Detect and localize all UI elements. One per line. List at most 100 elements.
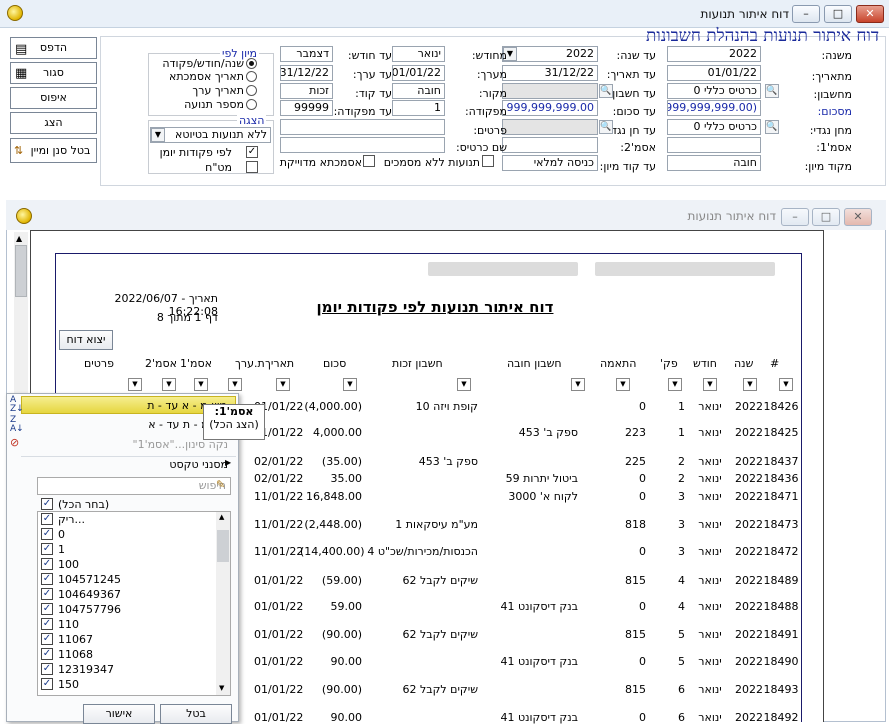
value-date-to-field[interactable]: 31/12/22 [280, 65, 333, 81]
cell-match: 0 [639, 711, 646, 724]
filter-value-checkbox[interactable]: ✓ [41, 498, 53, 510]
export-report-button[interactable]: יצוא דוח [59, 330, 113, 350]
report-minimize-button[interactable]: – [781, 208, 809, 226]
filter-pk-button[interactable]: ▼ [668, 378, 682, 391]
filter-ok-button[interactable]: אישור [83, 704, 155, 724]
date-from-field[interactable]: 01/01/22 [667, 65, 761, 81]
cell-num: 18426 [763, 400, 799, 413]
by-journal-checkbox[interactable]: ✓ [246, 146, 258, 158]
filter-date-button[interactable]: ▼ [276, 378, 290, 391]
scroll-up-icon[interactable]: ▲ [16, 234, 22, 243]
filter-cancel-button[interactable]: בטל [160, 704, 232, 724]
filter-value-checkbox[interactable]: ✓ [41, 588, 53, 600]
filter-credit-button[interactable]: ▼ [457, 378, 471, 391]
print-button[interactable]: ▤ הדפס [10, 37, 97, 59]
close-button[interactable]: ✕ [856, 5, 884, 23]
value-date-from-field[interactable]: 01/01/22 [392, 65, 445, 81]
amount-to-field[interactable]: 999,999,999.00 [502, 100, 598, 116]
clear-sort-filter-button[interactable]: ⇅ בטל סנן ומיין [10, 138, 97, 163]
filter-value-checkbox[interactable]: ✓ [41, 528, 53, 540]
filter-value-checkbox[interactable]: ✓ [41, 573, 53, 585]
filter-value-checkbox[interactable]: ✓ [41, 513, 53, 525]
filter-value-date-button[interactable]: ▼ [228, 378, 242, 391]
report-maximize-button[interactable]: □ [812, 208, 840, 226]
contra-account-to-search-icon[interactable]: 🔍 [599, 120, 613, 134]
voucher-to-field[interactable]: 99999 [280, 100, 333, 116]
filter-ref1-button[interactable]: ▼ [194, 378, 208, 391]
filter-value-checkbox[interactable]: ✓ [41, 618, 53, 630]
account-from-field[interactable]: כרטיס כללי 0 [667, 83, 761, 99]
list-scrollbar-thumb[interactable] [217, 530, 229, 562]
sort-option-3-radio[interactable] [246, 85, 257, 96]
scrollbar-thumb[interactable] [15, 245, 27, 297]
filter-value-checkbox[interactable]: ✓ [41, 678, 53, 690]
cell-num: 18490 [763, 655, 799, 668]
year-from-field[interactable]: 2022 [667, 46, 761, 62]
label-asmachta2: אסמ'2: [620, 141, 656, 154]
filter-year-button[interactable]: ▼ [743, 378, 757, 391]
sort-code-from-field[interactable]: חובה [667, 155, 761, 171]
sort-option-2-radio[interactable] [246, 71, 257, 82]
filter-debit-button[interactable]: ▼ [571, 378, 585, 391]
maximize-button[interactable]: □ [824, 5, 852, 23]
sort-option-1-radio[interactable] [246, 58, 257, 69]
amount-from-field[interactable]: (999,999,999.00) [667, 100, 761, 116]
reset-button[interactable]: איפוס [10, 87, 97, 109]
company-name-redacted [428, 262, 578, 276]
cell-num: 18492 [763, 711, 799, 724]
filter-value-checkbox[interactable]: ✓ [41, 603, 53, 615]
filter-num-button[interactable]: ▼ [779, 378, 793, 391]
cell-credit: ספק ב' 453 [418, 455, 478, 468]
account-from-search-icon[interactable]: 🔍 [765, 84, 779, 98]
filter-ref2-button[interactable]: ▼ [162, 378, 176, 391]
date-to-field[interactable]: 31/12/22 [502, 65, 598, 81]
text-filters-item[interactable]: מסנני טקסט [21, 456, 236, 474]
list-scroll-up-icon[interactable]: ▲ [219, 513, 224, 521]
filter-amount-button[interactable]: ▼ [343, 378, 357, 391]
foreign-currency-checkbox[interactable] [246, 161, 258, 173]
source-from-field[interactable]: חובה [392, 83, 445, 99]
col-header-ref1: אסמ'1 [180, 357, 212, 370]
filter-search-input[interactable]: חיפוש [37, 477, 231, 495]
account-to-field[interactable] [502, 83, 598, 99]
cell-amount: 59.00 [330, 600, 363, 613]
exact-reference-checkbox[interactable] [363, 155, 375, 167]
cell-num: 18491 [763, 628, 799, 641]
sort-code-to-field[interactable]: כניסה למלאי [502, 155, 598, 171]
filter-details-button[interactable]: ▼ [128, 378, 142, 391]
filter-value-checkbox[interactable]: ✓ [41, 648, 53, 660]
contra-account-from-search-icon[interactable]: 🔍 [765, 120, 779, 134]
close-form-button[interactable]: ▦ סגור [10, 62, 97, 84]
filter-value-checkbox[interactable]: ✓ [41, 543, 53, 555]
card-name-field[interactable] [280, 137, 445, 153]
month-to-field[interactable]: דצמבר [280, 46, 333, 62]
details-field[interactable] [280, 119, 445, 135]
voucher-from-field[interactable]: 1 [392, 100, 445, 116]
list-scroll-down-icon[interactable]: ▼ [219, 684, 224, 692]
contra-account-to-field[interactable] [502, 119, 598, 135]
filter-value-checkbox[interactable]: ✓ [41, 633, 53, 645]
foreign-currency-label: מט"ח [205, 161, 232, 174]
report-close-button[interactable]: ✕ [844, 208, 872, 226]
show-button[interactable]: הצג [10, 112, 97, 134]
account-to-search-icon[interactable]: 🔍 [599, 84, 613, 98]
cell-match: 0 [639, 472, 646, 485]
reference1-field[interactable] [667, 137, 761, 153]
filter-match-button[interactable]: ▼ [616, 378, 630, 391]
display-select-chevron-icon[interactable]: ▼ [151, 128, 165, 142]
source-to-field[interactable]: זכות [280, 83, 333, 99]
minimize-button[interactable]: – [792, 5, 820, 23]
filter-value-label: (בחר הכל) [58, 498, 110, 511]
no-docs-checkbox[interactable] [482, 155, 494, 167]
filter-value-checkbox[interactable]: ✓ [41, 558, 53, 570]
filter-value-label: 100 [58, 558, 79, 571]
cell-amount: (4,000.00) [304, 400, 362, 413]
reference2-field[interactable] [502, 137, 598, 153]
sort-option-4-radio[interactable] [246, 99, 257, 110]
display-select[interactable]: ללא תנועות בטיוטא [150, 127, 271, 143]
cell-month: ינואר [698, 655, 722, 668]
month-from-field[interactable]: ינואר [392, 46, 445, 62]
filter-month-button[interactable]: ▼ [703, 378, 717, 391]
filter-value-checkbox[interactable]: ✓ [41, 663, 53, 675]
contra-account-from-field[interactable]: כרטיס כללי 0 [667, 119, 761, 135]
